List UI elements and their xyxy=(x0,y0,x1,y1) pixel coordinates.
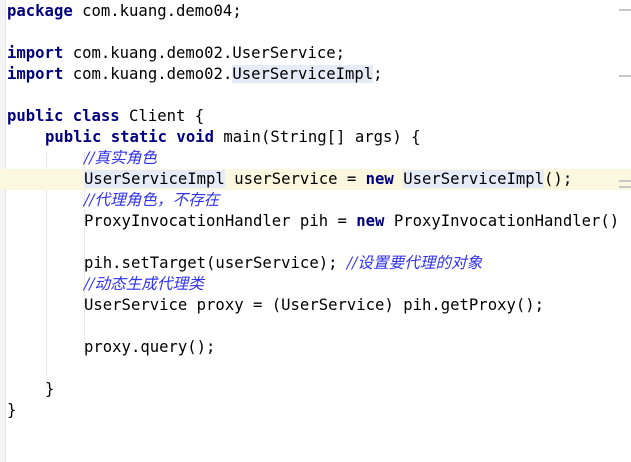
code-line-import-userserviceimpl: import com.kuang.demo02.UserServiceImpl; xyxy=(0,64,631,85)
code-line-comment-proxy-role: //代理角色，不存在 xyxy=(0,190,631,211)
import-path: com.kuang.demo02.UserService; xyxy=(63,44,345,62)
code-line-close-method: } xyxy=(0,379,631,400)
code-comment: //动态生成代理类 xyxy=(84,275,204,293)
code-text: userService = xyxy=(224,170,366,188)
usage-highlight: UserServiceImpl xyxy=(84,170,225,188)
code-text: UserService proxy = (UserService) pih.ge… xyxy=(84,296,545,314)
code-comment: //真实角色 xyxy=(84,149,157,167)
code-text: (); xyxy=(544,170,573,188)
keyword: import xyxy=(7,65,64,83)
scrollbar-marker[interactable] xyxy=(619,186,631,188)
code-line-pih-decl: ProxyInvocationHandler pih = new ProxyIn… xyxy=(0,211,631,232)
code-line-comment-real-role: //真实角色 xyxy=(0,148,631,169)
code-line-get-proxy: UserService proxy = (UserService) pih.ge… xyxy=(0,295,631,316)
code-line-close-class: } xyxy=(0,400,631,421)
usage-highlight: UserServiceImpl xyxy=(232,65,374,83)
code-text: ProxyInvocationHandler pih = xyxy=(84,212,357,230)
code-text: proxy.query(); xyxy=(84,338,216,356)
scrollbar-marker[interactable] xyxy=(619,180,631,182)
code-line-current[interactable]: UserServiceImpl userService = new UserSe… xyxy=(0,169,631,190)
class-name: Client { xyxy=(119,107,205,125)
code-line-class-decl: public class Client { xyxy=(0,106,631,127)
code-line-query: proxy.query(); xyxy=(0,337,631,358)
package-name: com.kuang.demo04; xyxy=(72,2,242,20)
method-signature: main(String[] args) { xyxy=(214,128,421,146)
keyword: import xyxy=(7,44,64,62)
keyword: new xyxy=(356,212,385,230)
usage-highlight: UserServiceImpl xyxy=(403,170,545,188)
scrollbar-marker[interactable] xyxy=(619,9,631,11)
code-line-import-userservice: import com.kuang.demo02.UserService; xyxy=(0,43,631,64)
code-line-set-target: pih.setTarget(userService); //设置要代理的对象 xyxy=(0,253,631,274)
keyword: package xyxy=(7,2,73,20)
code-line-main-method: public static void main(String[] args) { xyxy=(0,127,631,148)
code-comment: //代理角色，不存在 xyxy=(84,191,220,209)
import-path: com.kuang.demo02. xyxy=(63,65,233,83)
keyword: public class xyxy=(7,107,120,125)
code-comment: //设置要代理的对象 xyxy=(346,254,483,272)
scrollbar-marker[interactable] xyxy=(619,75,631,77)
code-text: pih.setTarget(userService); xyxy=(84,254,347,272)
import-end: ; xyxy=(373,65,383,83)
code-editor[interactable]: package com.kuang.demo04; import com.kua… xyxy=(0,0,631,462)
keyword: new xyxy=(365,170,394,188)
code-line-comment-dynamic: //动态生成代理类 xyxy=(0,274,631,295)
closing-brace: } xyxy=(7,401,17,419)
code-line-package: package com.kuang.demo04; xyxy=(0,1,631,22)
code-text: ProxyInvocationHandler() xyxy=(384,212,620,230)
keyword: public static void xyxy=(45,128,214,146)
closing-brace: } xyxy=(45,380,55,398)
